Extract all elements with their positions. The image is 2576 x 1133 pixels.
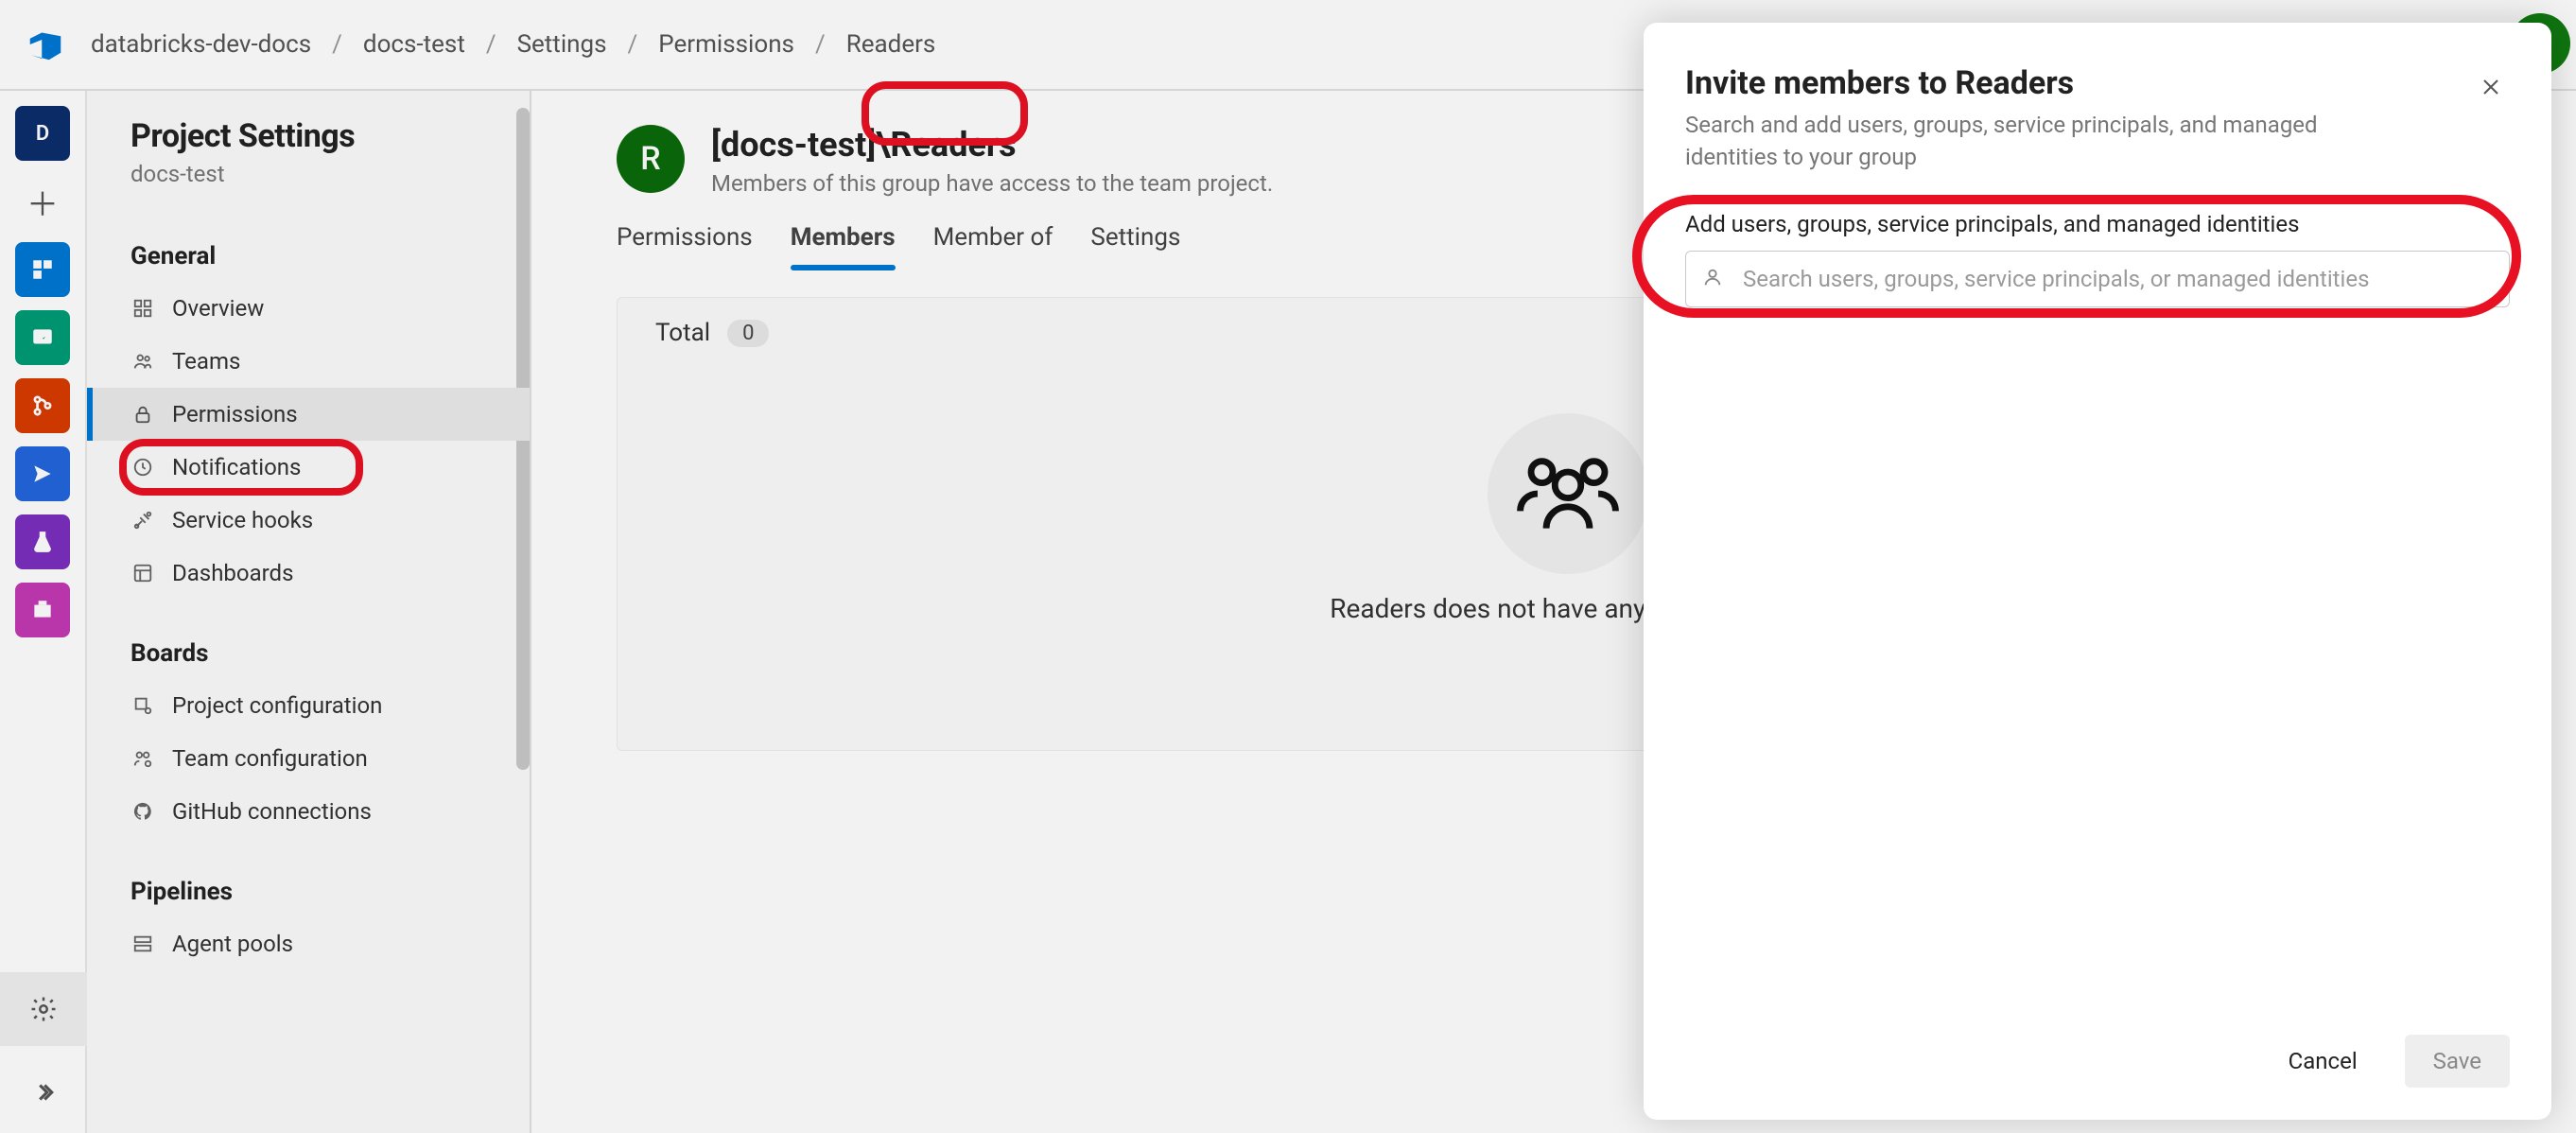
sidebar-item-label: Dashboards — [172, 560, 293, 586]
grid-icon — [131, 296, 155, 321]
section-head-general: General — [87, 231, 530, 282]
rail-repos-icon[interactable] — [15, 378, 70, 433]
rail-settings-icon[interactable] — [0, 972, 87, 1046]
rail-expand-icon[interactable] — [0, 1059, 87, 1125]
sidebar-item-github[interactable]: GitHub connections — [87, 785, 530, 838]
sidebar-item-label: Teams — [172, 348, 240, 375]
modal-subtitle: Search and add users, groups, service pr… — [1685, 110, 2385, 173]
breadcrumb: databricks-dev-docs / docs-test / Settin… — [91, 30, 935, 59]
github-icon — [131, 799, 155, 824]
project-config-icon — [131, 693, 155, 718]
breadcrumb-separator-icon: / — [815, 30, 826, 59]
sidebar-item-teams[interactable]: Teams — [87, 335, 530, 388]
breadcrumb-readers[interactable]: Readers — [846, 30, 936, 59]
group-avatar: R — [617, 125, 685, 193]
sidebar-item-label: Notifications — [172, 454, 301, 480]
left-rail: D ＋ — [0, 91, 87, 1133]
sidebar-item-label: Project configuration — [172, 692, 382, 719]
rail-add-icon[interactable]: ＋ — [15, 174, 70, 229]
sidebar-title: Project Settings — [87, 117, 530, 155]
sidebar-item-label: Permissions — [172, 401, 298, 427]
bell-icon — [131, 455, 155, 479]
invite-members-modal: Invite members to Readers Search and add… — [1644, 23, 2551, 1120]
breadcrumb-separator-icon: / — [332, 30, 342, 59]
tab-members[interactable]: Members — [791, 214, 896, 270]
tab-permissions[interactable]: Permissions — [617, 214, 753, 270]
group-title: [docs-test]\Readers — [711, 125, 1273, 165]
tab-settings[interactable]: Settings — [1090, 214, 1180, 270]
sidebar-item-permissions[interactable]: Permissions — [87, 388, 530, 441]
search-members-input[interactable] — [1685, 251, 2510, 307]
modal-title: Invite members to Readers — [1685, 64, 2510, 102]
total-label: Total — [655, 319, 710, 347]
empty-members-icon — [1488, 413, 1648, 574]
tab-member-of[interactable]: Member of — [933, 214, 1053, 270]
lock-icon — [131, 402, 155, 427]
rail-overview-icon[interactable] — [15, 242, 70, 297]
sidebar-item-label: GitHub connections — [172, 798, 372, 825]
breadcrumb-separator-icon: / — [628, 30, 638, 59]
rail-project-tile[interactable]: D — [15, 106, 70, 161]
people-icon — [131, 349, 155, 374]
azure-devops-logo-icon[interactable] — [26, 26, 64, 63]
breadcrumb-org[interactable]: databricks-dev-docs — [91, 30, 311, 59]
sidebar-item-overview[interactable]: Overview — [87, 282, 530, 335]
sidebar-item-service-hooks[interactable]: Service hooks — [87, 494, 530, 547]
cancel-button[interactable]: Cancel — [2260, 1035, 2386, 1088]
sidebar-item-label: Agent pools — [172, 931, 293, 957]
modal-close-button[interactable] — [2472, 68, 2510, 106]
save-button[interactable]: Save — [2405, 1035, 2510, 1088]
dashboard-icon — [131, 561, 155, 585]
rail-pipelines-icon[interactable] — [15, 446, 70, 501]
sidebar-item-dashboards[interactable]: Dashboards — [87, 547, 530, 600]
hook-icon — [131, 508, 155, 532]
breadcrumb-separator-icon: / — [486, 30, 496, 59]
sidebar-item-agent-pools[interactable]: Agent pools — [87, 917, 530, 970]
breadcrumb-project[interactable]: docs-test — [363, 30, 465, 59]
rail-boards-icon[interactable] — [15, 310, 70, 365]
sidebar-subtitle: docs-test — [87, 161, 530, 187]
breadcrumb-permissions[interactable]: Permissions — [658, 30, 794, 59]
sidebar-item-label: Team configuration — [172, 745, 368, 772]
section-head-pipelines: Pipelines — [87, 866, 530, 917]
sidebar-item-label: Overview — [172, 295, 264, 322]
rail-artifacts-icon[interactable] — [15, 583, 70, 637]
agent-pool-icon — [131, 932, 155, 956]
section-head-boards: Boards — [87, 628, 530, 679]
project-settings-sidebar: Project Settings docs-test General Overv… — [87, 91, 531, 1133]
sidebar-item-team-config[interactable]: Team configuration — [87, 732, 530, 785]
group-subtitle: Members of this group have access to the… — [711, 170, 1273, 197]
field-label: Add users, groups, service principals, a… — [1685, 211, 2510, 237]
rail-test-icon[interactable] — [15, 514, 70, 569]
person-icon — [1702, 267, 1723, 291]
sidebar-item-project-config[interactable]: Project configuration — [87, 679, 530, 732]
total-count-badge: 0 — [727, 320, 769, 347]
breadcrumb-settings[interactable]: Settings — [517, 30, 607, 59]
team-config-icon — [131, 746, 155, 771]
sidebar-item-label: Service hooks — [172, 507, 313, 533]
sidebar-item-notifications[interactable]: Notifications — [87, 441, 530, 494]
